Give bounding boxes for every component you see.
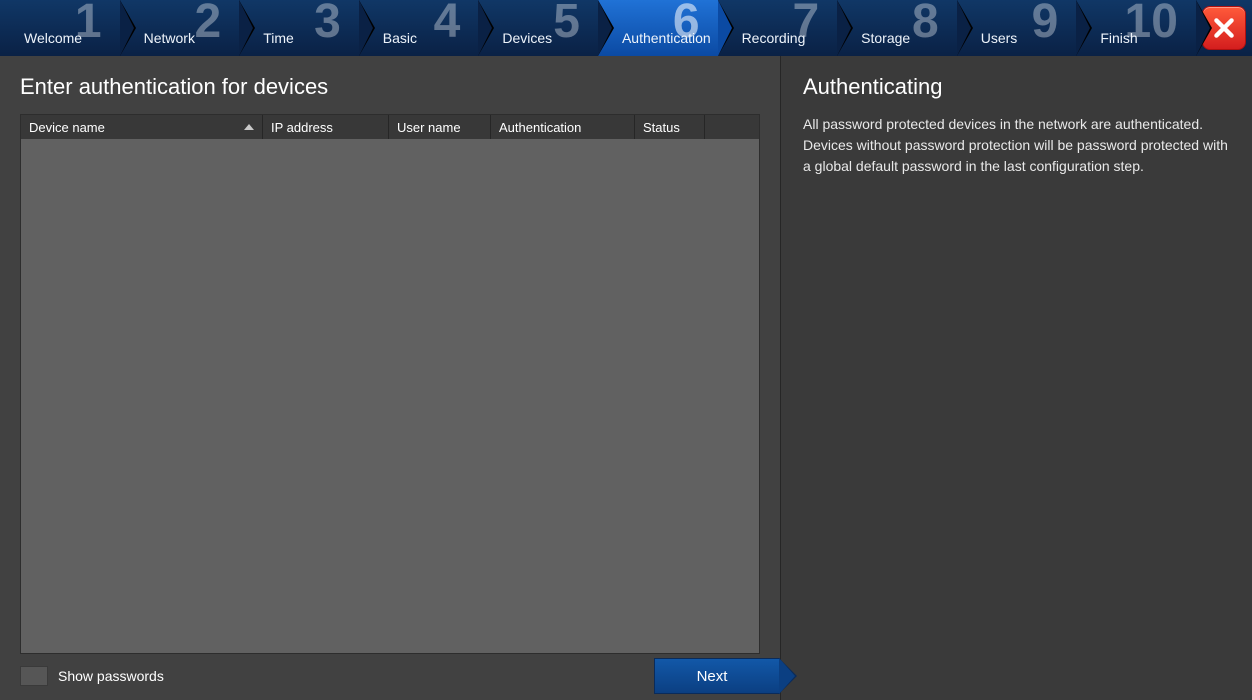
right-panel: Authenticating All password protected de… <box>780 56 1252 700</box>
col-user-name[interactable]: User name <box>389 115 491 139</box>
show-passwords-label: Show passwords <box>58 668 164 684</box>
step-time[interactable]: 3 Time <box>239 0 359 56</box>
wizard-root: 1 Welcome 2 Network 3 Time 4 Basic 5 Dev… <box>0 0 1252 700</box>
step-basic[interactable]: 4 Basic <box>359 0 479 56</box>
chevron-right-icon <box>598 0 612 56</box>
next-row: Next <box>654 658 780 694</box>
step-number: 5 <box>553 0 580 46</box>
step-number: 8 <box>912 0 939 46</box>
step-label: Authentication <box>622 30 711 52</box>
col-label: Device name <box>29 120 105 135</box>
step-label: Welcome <box>24 30 82 52</box>
step-number: 2 <box>194 0 221 46</box>
step-label: Time <box>263 30 294 52</box>
sort-asc-icon <box>244 124 254 130</box>
step-label: Basic <box>383 30 417 52</box>
left-panel: Enter authentication for devices Device … <box>0 56 780 700</box>
help-title: Authenticating <box>803 74 1230 100</box>
next-button-label: Next <box>697 668 728 685</box>
col-device-name[interactable]: Device name <box>21 115 263 139</box>
help-body: All password protected devices in the ne… <box>803 114 1230 177</box>
step-label: Users <box>981 30 1018 52</box>
step-label: Finish <box>1100 30 1137 52</box>
col-label: IP address <box>271 120 333 135</box>
col-label: User name <box>397 120 461 135</box>
chevron-right-icon <box>239 0 253 56</box>
chevron-right-icon <box>957 0 971 56</box>
close-icon <box>1211 15 1237 41</box>
wizard-body: Enter authentication for devices Device … <box>0 56 1252 700</box>
chevron-right-icon <box>359 0 373 56</box>
step-number: 9 <box>1032 0 1059 46</box>
col-spacer <box>705 115 759 139</box>
col-status[interactable]: Status <box>635 115 705 139</box>
col-ip-address[interactable]: IP address <box>263 115 389 139</box>
step-finish[interactable]: 10 Finish <box>1076 0 1196 56</box>
chevron-right-icon <box>718 0 732 56</box>
chevron-right-icon <box>1196 0 1210 56</box>
step-number: 3 <box>314 0 341 46</box>
step-label: Storage <box>861 30 910 52</box>
step-number: 4 <box>434 0 461 46</box>
col-label: Authentication <box>499 120 581 135</box>
step-network[interactable]: 2 Network <box>120 0 240 56</box>
show-passwords-checkbox[interactable] <box>20 666 48 686</box>
step-recording[interactable]: 7 Recording <box>718 0 838 56</box>
col-label: Status <box>643 120 680 135</box>
step-devices[interactable]: 5 Devices <box>478 0 598 56</box>
step-storage[interactable]: 8 Storage <box>837 0 957 56</box>
table-body[interactable] <box>21 139 759 653</box>
chevron-right-icon <box>1076 0 1090 56</box>
wizard-steps: 1 Welcome 2 Network 3 Time 4 Basic 5 Dev… <box>0 0 1252 56</box>
step-label: Network <box>144 30 195 52</box>
device-table: Device name IP address User name Authent… <box>20 114 760 654</box>
step-welcome[interactable]: 1 Welcome <box>0 0 120 56</box>
step-authentication[interactable]: 6 Authentication <box>598 0 718 56</box>
next-button[interactable]: Next <box>654 658 780 694</box>
step-label: Recording <box>742 30 806 52</box>
col-authentication[interactable]: Authentication <box>491 115 635 139</box>
table-header-row: Device name IP address User name Authent… <box>21 115 759 139</box>
chevron-right-icon <box>837 0 851 56</box>
step-users[interactable]: 9 Users <box>957 0 1077 56</box>
page-title: Enter authentication for devices <box>20 74 760 100</box>
below-table-row: Show passwords <box>20 654 760 686</box>
chevron-right-icon <box>120 0 134 56</box>
step-label: Devices <box>502 30 552 52</box>
chevron-right-icon <box>478 0 492 56</box>
